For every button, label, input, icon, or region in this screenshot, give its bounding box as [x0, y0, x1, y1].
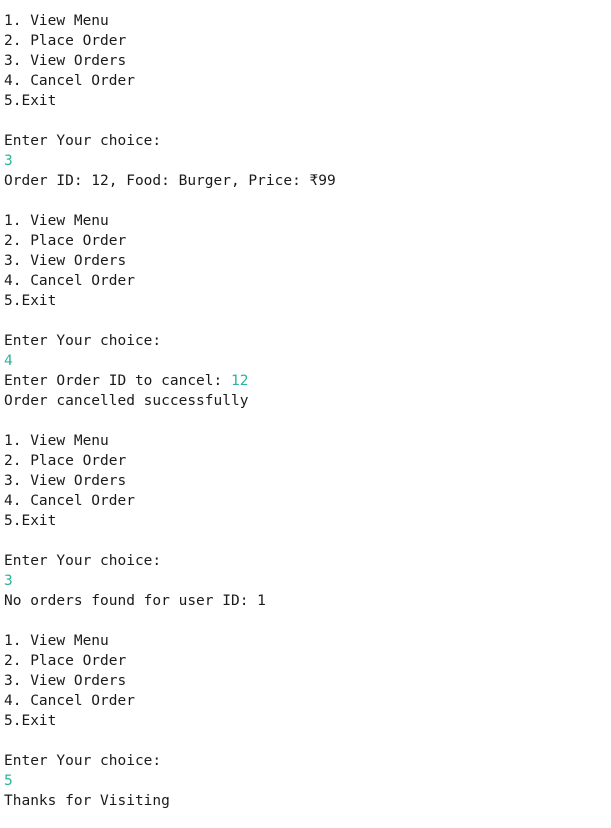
user-input-text: 3 [4, 153, 13, 169]
output-text: 1. View Menu [4, 633, 109, 649]
output-line: No orders found for user ID: 1 [4, 591, 611, 611]
prompt-label: Enter Order ID to cancel: [4, 373, 231, 389]
output-text: 5.Exit [4, 513, 57, 529]
output-line: 4. Cancel Order [4, 491, 611, 511]
user-input-line: 3 [4, 151, 611, 171]
output-text: 2. Place Order [4, 233, 127, 249]
output-line: 3. View Orders [4, 471, 611, 491]
output-line: Enter Your choice: [4, 551, 611, 571]
output-text: 1. View Menu [4, 13, 109, 29]
output-text: Enter Your choice: [4, 753, 162, 769]
output-text: 3. View Orders [4, 473, 127, 489]
output-line: 2. Place Order [4, 31, 611, 51]
output-line: 4. Cancel Order [4, 71, 611, 91]
output-line: Enter Your choice: [4, 751, 611, 771]
output-line: 3. View Orders [4, 251, 611, 271]
output-text: 4. Cancel Order [4, 273, 135, 289]
output-text: 1. View Menu [4, 433, 109, 449]
output-text: 5.Exit [4, 713, 57, 729]
output-text: 1. View Menu [4, 213, 109, 229]
output-text: 2. Place Order [4, 453, 127, 469]
output-text: Enter Your choice: [4, 133, 162, 149]
output-line: 4. Cancel Order [4, 271, 611, 291]
output-line: 5.Exit [4, 91, 611, 111]
user-input-line: 3 [4, 571, 611, 591]
output-line: 3. View Orders [4, 51, 611, 71]
output-line: 2. Place Order [4, 231, 611, 251]
output-text: 5.Exit [4, 293, 57, 309]
output-text: 3. View Orders [4, 253, 127, 269]
output-text: 4. Cancel Order [4, 693, 135, 709]
output-text: Enter Your choice: [4, 333, 162, 349]
output-text: Order cancelled successfully [4, 393, 249, 409]
output-line: Order cancelled successfully [4, 391, 611, 411]
output-line: 2. Place Order [4, 451, 611, 471]
output-text: 5.Exit [4, 93, 57, 109]
output-text: 4. Cancel Order [4, 73, 135, 89]
output-text: No orders found for user ID: 1 [4, 593, 266, 609]
output-line: 2. Place Order [4, 651, 611, 671]
output-line: 1. View Menu [4, 631, 611, 651]
output-line: 5.Exit [4, 711, 611, 731]
output-line: Enter Your choice: [4, 331, 611, 351]
user-input-line: 4 [4, 351, 611, 371]
output-text: 3. View Orders [4, 53, 127, 69]
user-input-text: 12 [230, 373, 249, 389]
user-input-line: 5 [4, 771, 611, 791]
output-text: Thanks for Visiting [4, 793, 170, 809]
output-text: Enter Your choice: [4, 553, 162, 569]
output-line: Enter Your choice: [4, 131, 611, 151]
output-line: 5.Exit [4, 511, 611, 531]
user-input-text: 3 [4, 573, 13, 589]
output-line: 1. View Menu [4, 11, 611, 31]
output-line: 1. View Menu [4, 211, 611, 231]
output-text: Order ID: 12, Food: Burger, Price: ₹99 [4, 173, 336, 189]
output-line: 4. Cancel Order [4, 691, 611, 711]
output-line: Order ID: 12, Food: Burger, Price: ₹99 [4, 171, 611, 191]
output-line: Thanks for Visiting [4, 791, 611, 811]
user-input-text: 5 [4, 773, 13, 789]
console-output: 1. View Menu 2. Place Order 3. View Orders… [0, 0, 611, 828]
prompt-line: Enter Order ID to cancel: 12 [4, 371, 611, 391]
output-text: 2. Place Order [4, 33, 127, 49]
user-input-text: 4 [4, 353, 13, 369]
output-text: 4. Cancel Order [4, 493, 135, 509]
output-text: 3. View Orders [4, 673, 127, 689]
output-text: 2. Place Order [4, 653, 127, 669]
output-line: 3. View Orders [4, 671, 611, 691]
output-line: 5.Exit [4, 291, 611, 311]
output-line: 1. View Menu [4, 431, 611, 451]
